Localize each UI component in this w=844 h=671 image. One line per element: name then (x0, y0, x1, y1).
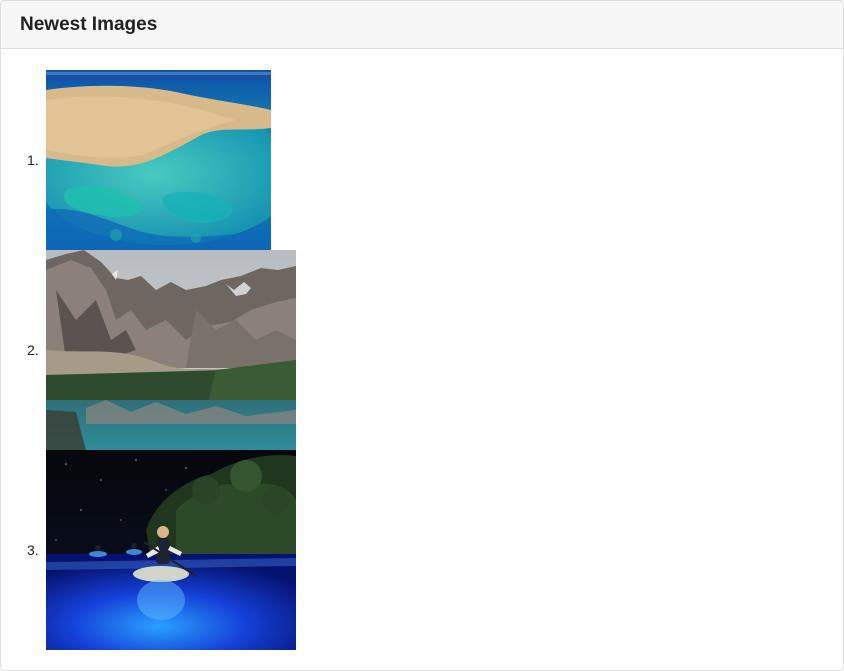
night-kayak-image[interactable] (46, 450, 296, 650)
item-number: 1. (27, 152, 39, 168)
mountain-lake-image[interactable] (46, 250, 296, 450)
card-header: Newest Images (1, 1, 843, 49)
list-item: 3. (1, 450, 296, 650)
image-list: 1. 2. 3. (1, 70, 296, 650)
list-item: 1. (1, 70, 296, 250)
card-title: Newest Images (20, 13, 158, 35)
item-number: 2. (27, 342, 39, 358)
reef-aerial-image[interactable] (46, 70, 271, 250)
item-number: 3. (27, 542, 39, 558)
list-item: 2. (1, 250, 296, 450)
newest-images-card: Newest Images 1. 2. 3. (0, 0, 844, 671)
